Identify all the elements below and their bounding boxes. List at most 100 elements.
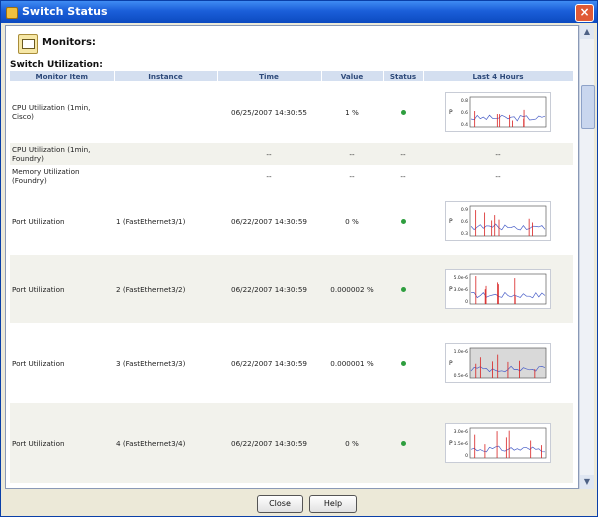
status-ok-icon xyxy=(400,286,406,292)
table-row: CPU Utilization (1min, Foundry) -- -- --… xyxy=(10,143,573,165)
monitor-item-cell: Port Utilization xyxy=(12,358,65,368)
monitor-icon xyxy=(18,34,38,54)
sparkline-plot-area xyxy=(469,205,547,237)
close-button[interactable]: Close xyxy=(257,495,303,513)
last-4-hours-cell: -- xyxy=(495,171,501,181)
scroll-down-icon[interactable]: ▼ xyxy=(580,475,594,489)
sparkline-y-label: P xyxy=(449,286,453,293)
last-4-hours-cell: P 0.8 0.6 0.4 xyxy=(423,81,573,143)
monitor-item-cell: Port Utilization xyxy=(10,255,114,323)
column-header: Time xyxy=(217,71,322,81)
monitor-item-cell: CPU Utilization (1min, Foundry) xyxy=(10,143,114,165)
table-header-row: Monitor Item Instance Time Value Status … xyxy=(10,71,574,81)
status-cell xyxy=(383,187,423,255)
status-cell: -- xyxy=(383,143,423,165)
table-row: Port Utilization 4 (FastEthernet3/4) 06/… xyxy=(10,403,573,483)
column-header: Value xyxy=(321,71,384,81)
status-cell: -- xyxy=(400,171,406,181)
status-ok-icon xyxy=(400,109,406,115)
sparkline-tick-label: 3.0e-6 xyxy=(454,429,469,435)
utilization-sparkline[interactable]: P5.0e-6 3.0e-6 0 xyxy=(445,269,551,309)
sparkline-tick-label: 0.5e-6 xyxy=(454,373,469,379)
column-header: Status xyxy=(383,71,424,81)
time-cell: 06/22/2007 14:30:59 xyxy=(231,216,307,226)
value-cell: -- xyxy=(349,171,355,181)
window-icon xyxy=(6,7,18,19)
instance-cell: 3 (FastEthernet3/3) xyxy=(116,358,186,368)
time-cell: 06/22/2007 14:30:59 xyxy=(217,255,321,323)
monitors-label: Monitors: xyxy=(42,37,96,48)
sparkline-tick-label: 0.6 xyxy=(461,219,468,225)
content-area[interactable]: Monitors: Switch Utilization: Monitor It… xyxy=(5,25,579,489)
sparkline-y-label: P xyxy=(449,440,453,447)
last-4-hours-cell: P 5.0e-6 3.0e-6 0 xyxy=(423,255,573,323)
instance-cell: 1 (FastEthernet3/1) xyxy=(116,216,186,226)
help-button[interactable]: Help xyxy=(309,495,357,513)
scroll-up-icon[interactable]: ▲ xyxy=(580,25,594,39)
sparkline-tick-label: 3.0e-6 xyxy=(454,287,469,293)
sparkline-y-label: P xyxy=(449,218,453,225)
sparkline-plot-area xyxy=(469,96,547,128)
table-row: Port Utilization 2 (FastEthernet3/2) 06/… xyxy=(10,255,573,323)
value-cell: -- xyxy=(321,143,383,165)
instance-cell xyxy=(114,81,217,143)
sparkline-plot-area xyxy=(469,273,547,305)
status-cell xyxy=(383,403,423,483)
monitor-item-cell: Port Utilization xyxy=(10,403,114,483)
sparkline-y-label: P xyxy=(449,360,453,367)
time-cell: 06/22/2007 14:30:59 xyxy=(217,403,321,483)
time-cell: 06/22/2007 14:30:59 xyxy=(231,358,307,368)
sparkline-tick-label: 1.0e-6 xyxy=(454,349,469,355)
sparkline-tick-label: 0.9 xyxy=(461,207,468,213)
monitor-table: Monitor Item Instance Time Value Status … xyxy=(10,71,574,483)
switch-status-window: Switch Status × Monitors: Switch Utiliza… xyxy=(0,0,598,517)
utilization-sparkline[interactable]: P 0.9 0.6 0.3 xyxy=(445,201,551,241)
status-ok-icon xyxy=(400,440,406,446)
sparkline-tick-label: 0.8 xyxy=(461,98,468,104)
sparkline-y-label: P xyxy=(449,109,453,116)
title-bar[interactable]: Switch Status × xyxy=(1,1,597,23)
value-cell: 0.000001 % xyxy=(330,358,374,368)
utilization-sparkline[interactable]: P 0.8 0.6 0.4 xyxy=(445,92,551,132)
table-row: Port Utilization 3 (FastEthernet3/3) 06/… xyxy=(10,323,573,403)
last-4-hours-cell: P 0.9 0.6 0.3 xyxy=(423,187,573,255)
instance-cell xyxy=(114,165,217,187)
status-cell xyxy=(383,255,423,323)
monitor-item-cell: CPU Utilization (1min, Cisco) xyxy=(12,103,91,121)
status-ok-icon xyxy=(400,218,406,224)
instance-cell: 2 (FastEthernet3/2) xyxy=(114,255,217,323)
monitor-item-cell: Memory Utilization (Foundry) xyxy=(12,167,80,185)
status-cell xyxy=(383,323,423,403)
sparkline-tick-label: 0.4 xyxy=(461,122,468,128)
sparkline-tick-label: 0 xyxy=(465,453,468,459)
table-row: CPU Utilization (1min, Cisco) 06/25/2007… xyxy=(10,81,573,143)
scroll-thumb[interactable] xyxy=(581,85,595,129)
column-header: Last 4 Hours xyxy=(423,71,574,81)
table-row: Memory Utilization (Foundry) -- -- -- -- xyxy=(10,165,573,187)
vertical-scrollbar[interactable]: ▲ ▼ xyxy=(579,25,595,489)
value-cell: 1 % xyxy=(345,107,359,117)
table-row: Port Utilization 1 (FastEthernet3/1) 06/… xyxy=(10,187,573,255)
status-cell xyxy=(383,81,423,143)
sparkline-tick-label: 0 xyxy=(465,299,468,305)
value-cell: 0.000002 % xyxy=(321,255,383,323)
value-cell: 0 % xyxy=(345,216,359,226)
last-4-hours-cell: P 3.0e-6 1.5e-6 0 xyxy=(423,403,573,483)
section-title: Switch Utilization: xyxy=(10,60,103,70)
utilization-sparkline[interactable]: P3.0e-6 1.5e-6 0 xyxy=(445,423,551,463)
status-ok-icon xyxy=(400,360,406,366)
sparkline-tick-label: 5.0e-6 xyxy=(454,275,469,281)
last-4-hours-cell: -- xyxy=(423,143,573,165)
footer: Close Help xyxy=(1,491,597,516)
close-window-button[interactable]: × xyxy=(575,4,594,22)
utilization-sparkline[interactable]: P1.0e-6 0.5e-6 xyxy=(445,343,551,383)
sparkline-tick-label: 0.6 xyxy=(461,110,468,116)
sparkline-plot-area xyxy=(469,427,547,459)
time-cell: 06/25/2007 14:30:55 xyxy=(231,107,307,117)
sparkline-tick-label: 0.3 xyxy=(461,231,468,237)
monitor-item-cell: Port Utilization xyxy=(12,216,65,226)
window-title: Switch Status xyxy=(22,5,108,18)
time-cell: -- xyxy=(217,143,321,165)
sparkline-tick-label: 1.5e-6 xyxy=(454,441,469,447)
column-header: Monitor Item xyxy=(10,71,115,81)
